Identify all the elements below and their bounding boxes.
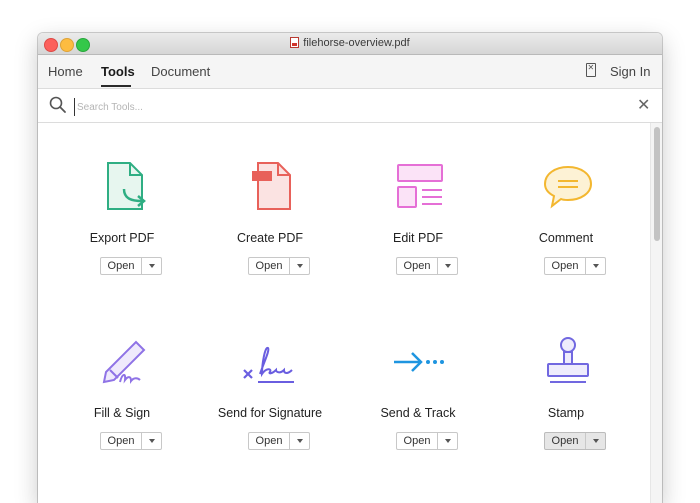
divider [289,433,290,449]
window-title-text: filehorse-overview.pdf [303,37,410,49]
export-pdf-icon [107,162,146,210]
search-icon [49,96,66,113]
search-bar: ✕ [38,89,662,123]
vertical-scrollbar[interactable] [650,123,662,503]
send-track-icon [394,352,444,372]
divider [585,433,586,449]
open-button[interactable]: Open [397,260,437,272]
comment-icon [543,165,593,209]
active-tab-indicator [101,85,131,87]
divider [289,258,290,274]
divider [141,258,142,274]
open-dropdown[interactable]: Open [100,257,162,275]
stamp-icon [547,337,589,383]
pdf-file-icon [290,37,300,48]
tool-create-pdf[interactable]: Create PDF Open [196,161,344,291]
title-bar: filehorse-overview.pdf [38,33,662,55]
open-dropdown[interactable]: Open [396,257,458,275]
search-input[interactable] [74,98,619,116]
tool-comment[interactable]: Comment Open [492,161,640,291]
tool-label: Fill & Sign [93,406,151,420]
open-dropdown[interactable]: Open [544,432,606,450]
window-title: filehorse-overview.pdf [38,37,662,49]
top-nav: Home Tools Document Sign In [38,55,662,89]
tool-label: Create PDF [237,231,303,245]
create-pdf-icon [252,162,291,210]
edit-pdf-icon [397,164,443,208]
tool-label: Export PDF [89,231,155,245]
tab-document[interactable]: Document [151,64,210,79]
tool-label: Send for Signature [217,406,323,420]
divider [437,433,438,449]
divider [585,258,586,274]
divider [437,258,438,274]
chevron-down-icon[interactable] [445,439,451,443]
open-dropdown[interactable]: Open [248,432,310,450]
open-dropdown[interactable]: Open [248,257,310,275]
tool-edit-pdf[interactable]: Edit PDF Open [344,161,492,291]
tool-label: Send & Track [380,406,456,420]
chevron-down-icon[interactable] [297,264,303,268]
send-for-signature-icon [243,346,294,383]
open-dropdown[interactable]: Open [100,432,162,450]
tool-label: Edit PDF [392,231,443,245]
open-button[interactable]: Open [545,260,585,272]
open-button[interactable]: Open [545,435,585,447]
tool-fill-sign[interactable]: Fill & Sign Open [48,336,196,466]
open-button[interactable]: Open [101,435,141,447]
chevron-down-icon[interactable] [445,264,451,268]
chevron-down-icon[interactable] [149,439,155,443]
tab-tools[interactable]: Tools [101,64,135,79]
tab-home[interactable]: Home [48,64,83,79]
tool-send-for-signature[interactable]: Send for Signature Open [196,336,344,466]
tools-grid: Export PDF Open Create PDF Open Edit PDF… [38,123,650,503]
chevron-down-icon[interactable] [149,264,155,268]
chevron-down-icon[interactable] [593,264,599,268]
divider [141,433,142,449]
clear-search-icon[interactable]: ✕ [637,98,650,114]
app-window: filehorse-overview.pdf Home Tools Docume… [38,33,662,503]
open-button[interactable]: Open [249,260,289,272]
open-button[interactable]: Open [249,435,289,447]
open-dropdown[interactable]: Open [544,257,606,275]
chevron-down-icon[interactable] [593,439,599,443]
tool-stamp[interactable]: Stamp Open [492,336,640,466]
tool-export-pdf[interactable]: Export PDF Open [48,161,196,291]
tool-label: Comment [538,231,594,245]
open-button[interactable]: Open [397,435,437,447]
open-button[interactable]: Open [101,260,141,272]
tool-label: Stamp [547,406,585,420]
open-dropdown[interactable]: Open [396,432,458,450]
fill-sign-icon [102,340,146,384]
scrollbar-thumb[interactable] [654,127,660,241]
sign-in-link[interactable]: Sign In [610,64,650,79]
chevron-down-icon[interactable] [297,439,303,443]
tool-send-track[interactable]: Send & Track Open [344,336,492,466]
sign-in-icon[interactable] [586,63,596,77]
